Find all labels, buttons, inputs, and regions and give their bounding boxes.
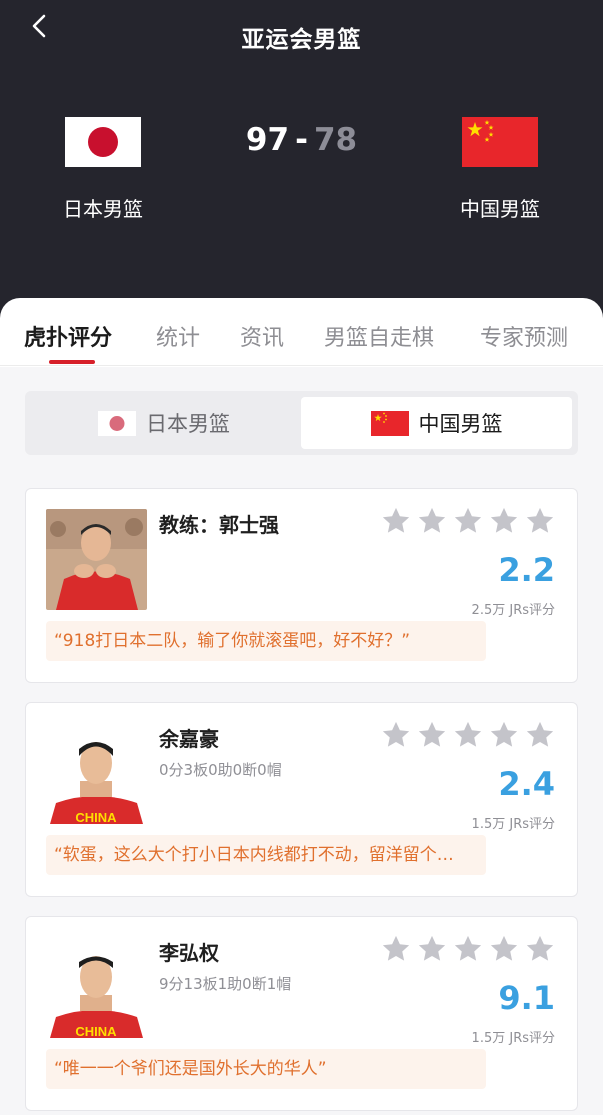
star-icon[interactable] [489,934,519,964]
tab-expert-prediction[interactable]: 专家预测 [480,320,568,352]
tab-stats[interactable]: 统计 [156,320,200,352]
star-icon[interactable] [489,720,519,750]
team-switch-japan[interactable]: 日本男篮 [31,397,297,449]
top-comment[interactable]: “918打日本二队，输了你就滚蛋吧，好不好？” [46,621,486,661]
star-icon[interactable] [525,506,555,536]
team-switch-japan-label: 日本男篮 [146,412,230,436]
star-icon[interactable] [453,506,483,536]
tab-auto-chess[interactable]: 男篮自走棋 [324,320,434,352]
star-icon[interactable] [453,720,483,750]
tab-news[interactable]: 资讯 [240,320,284,352]
avatar [46,509,147,610]
player-name: 余嘉豪 [159,727,219,751]
star-icon[interactable] [525,934,555,964]
star-icon[interactable] [417,934,447,964]
star-icon[interactable] [417,506,447,536]
tab-hupu-rating[interactable]: 虎扑评分 [24,320,112,352]
star-icon[interactable] [489,506,519,536]
player-name: 李弘权 [159,941,219,965]
active-tab-indicator [49,360,95,364]
top-comment[interactable]: “软蛋，这么大个打小日本内线都打不动，留洋留个… [46,835,486,875]
star-rating[interactable] [381,720,555,750]
page-title: 亚运会男篮 [241,27,362,53]
china-flag-icon [370,410,409,436]
team-switch-china-label: 中国男篮 [418,412,503,436]
home-score: 97 [245,122,290,158]
team-switch: 日本男篮 中国男篮 [25,391,578,455]
home-team-name: 日本男篮 [63,197,143,221]
svg-text:CHINA: CHINA [75,1024,117,1038]
rating-card-coach[interactable]: 教练：郭士强 2.2 2.5万 JRs评分 “918打日本二队，输了你就滚蛋吧，… [25,488,578,683]
star-icon[interactable] [525,720,555,750]
player-stats: 0分3板0助0断0帽 [159,761,282,779]
avatar: CHINA [46,937,147,1038]
rating-count: 1.5万 JRs评分 [471,817,555,832]
rating-card-player[interactable]: CHINA 余嘉豪 0分3板0助0断0帽 2.4 1.5万 JRs评分 “软蛋，… [25,702,578,897]
player-name: 教练：郭士强 [159,513,279,537]
top-comment[interactable]: “唯一一个爷们还是国外长大的华人” [46,1049,486,1089]
score-separator: - [295,122,308,158]
star-icon[interactable] [381,506,411,536]
star-icon[interactable] [417,720,447,750]
away-team-name: 中国男篮 [460,197,540,221]
content-panel: 虎扑评分 统计 资讯 男篮自走棋 专家预测 日本男篮 中国男篮 教练：郭士强 2… [0,298,603,1115]
rating-score: 9.1 [498,979,555,1017]
rating-count: 2.5万 JRs评分 [471,603,555,618]
avatar: CHINA [46,723,147,824]
rating-score: 2.4 [498,765,555,803]
japan-flag-icon [98,410,136,436]
away-score: 78 [313,122,358,158]
star-rating[interactable] [381,934,555,964]
away-team[interactable]: 中国男篮 [430,117,570,222]
star-rating[interactable] [381,506,555,536]
tab-bar: 虎扑评分 统计 资讯 男篮自走棋 专家预测 [0,298,603,366]
china-flag-icon [462,117,538,167]
star-icon[interactable] [381,934,411,964]
match-header: 亚运会男篮 日本男篮 97-78 中国男篮 [0,0,603,330]
rating-score: 2.2 [498,551,555,589]
rating-card-player[interactable]: CHINA 李弘权 9分13板1助0断1帽 9.1 1.5万 JRs评分 “唯一… [25,916,578,1111]
team-switch-china[interactable]: 中国男篮 [301,397,572,449]
star-icon[interactable] [453,934,483,964]
svg-text:CHINA: CHINA [75,810,117,824]
star-icon[interactable] [381,720,411,750]
rating-count: 1.5万 JRs评分 [471,1031,555,1046]
player-stats: 9分13板1助0断1帽 [159,975,292,993]
